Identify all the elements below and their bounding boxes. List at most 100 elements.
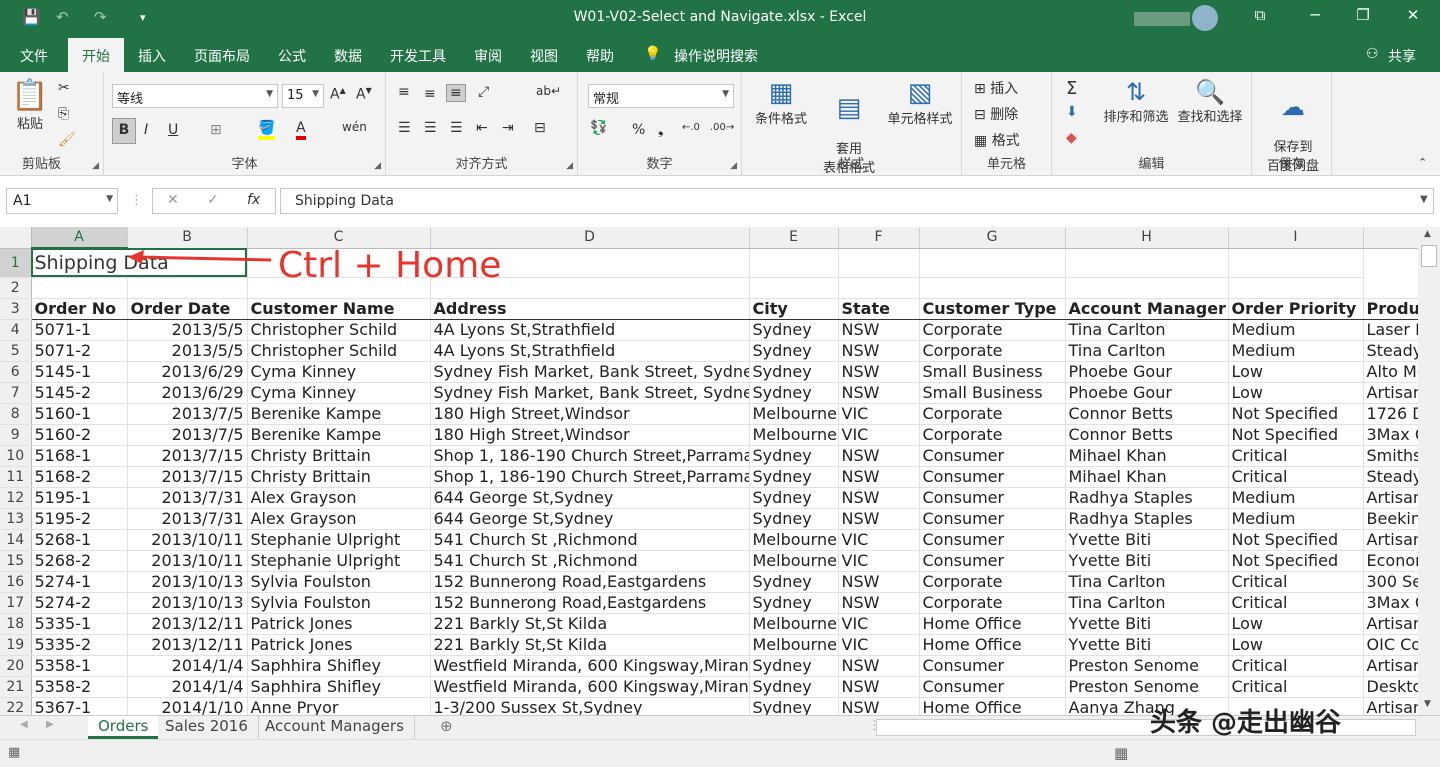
font-color-icon[interactable]: A (296, 120, 306, 140)
cell[interactable]: Artisan (1363, 655, 1418, 677)
cell[interactable]: NSW (838, 319, 920, 341)
header-cell[interactable]: State (838, 298, 920, 320)
cell[interactable]: 5160-1 (31, 403, 128, 425)
orientation-icon[interactable]: ⤢ (478, 84, 489, 100)
tab-help[interactable]: 帮助 (586, 46, 614, 66)
cell[interactable]: Berenike Kampe (247, 424, 431, 446)
cell[interactable]: Sydney (749, 487, 839, 509)
prev-sheet-icon[interactable]: ◀ (20, 719, 28, 730)
cell[interactable]: Phoebe Gour (1065, 361, 1229, 383)
cell[interactable]: 2013/10/11 (127, 550, 248, 572)
format-button[interactable]: ▦ 格式 (974, 130, 1020, 150)
row-header[interactable]: 11 (0, 466, 32, 488)
cell[interactable] (919, 248, 1066, 278)
vertical-scrollbar[interactable]: ▲ ▼ (1418, 227, 1440, 715)
cell[interactable]: Preston Senome (1065, 655, 1229, 677)
underline-button[interactable]: U (168, 122, 178, 138)
cell[interactable]: 2013/5/5 (127, 319, 248, 341)
cell[interactable]: VIC (838, 424, 920, 446)
cell[interactable]: Anne Pryor (247, 697, 431, 715)
cell[interactable]: Sydney (749, 655, 839, 677)
header-cell[interactable]: Order Date (127, 298, 248, 320)
cell[interactable]: 5168-2 (31, 466, 128, 488)
cell[interactable]: Steady (1363, 340, 1418, 362)
tab-review[interactable]: 审阅 (474, 46, 502, 66)
cell[interactable]: Medium (1228, 487, 1364, 509)
row-header[interactable]: 6 (0, 361, 32, 383)
cell[interactable]: Medium (1228, 340, 1364, 362)
sheet-tab-orders[interactable]: Orders (88, 716, 159, 739)
italic-button[interactable]: I (144, 122, 148, 138)
decrease-font-icon[interactable]: A▼ (356, 86, 372, 103)
cell[interactable]: Smiths (1363, 445, 1418, 467)
cell[interactable]: Melbourne (749, 403, 839, 425)
cell[interactable]: Consumer (919, 487, 1066, 509)
cell[interactable]: Christy Brittain (247, 466, 431, 488)
cell[interactable]: Yvette Biti (1065, 550, 1229, 572)
cell[interactable]: Consumer (919, 466, 1066, 488)
cell[interactable]: 1-3/200 Sussex St,Sydney (430, 697, 750, 715)
column-header[interactable]: A (31, 227, 128, 249)
cell[interactable]: 2013/7/5 (127, 424, 248, 446)
phonetic-icon[interactable]: wén (342, 120, 367, 134)
cell[interactable]: Not Specified (1228, 403, 1364, 425)
cell[interactable] (838, 277, 920, 299)
header-cell[interactable]: Produc (1363, 298, 1418, 320)
merge-center-icon[interactable]: ⊟ (534, 120, 546, 136)
cell[interactable]: Consumer (919, 508, 1066, 530)
formula-bar-grip-icon[interactable]: ⋮ (130, 193, 143, 208)
cell[interactable]: 644 George St,Sydney (430, 487, 750, 509)
row-header[interactable]: 12 (0, 487, 32, 509)
cell[interactable] (749, 248, 839, 278)
cell[interactable]: Patrick Jones (247, 634, 431, 656)
cell[interactable]: Christopher Schild (247, 340, 431, 362)
expand-formula-icon[interactable]: ▼ (1420, 194, 1428, 205)
cell[interactable]: Steady (1363, 466, 1418, 488)
cell[interactable]: 5358-1 (31, 655, 128, 677)
cell[interactable]: Low (1228, 361, 1364, 383)
cell[interactable]: 2013/12/11 (127, 634, 248, 656)
cell[interactable]: Alex Grayson (247, 508, 431, 530)
cell[interactable]: 2013/12/11 (127, 613, 248, 635)
copy-icon[interactable]: ⎘ (58, 106, 69, 122)
cell[interactable]: 541 Church St ,Richmond (430, 550, 750, 572)
cell[interactable]: 5358-2 (31, 676, 128, 698)
cell[interactable]: Radhya Staples (1065, 487, 1229, 509)
cell[interactable]: 5160-2 (31, 424, 128, 446)
tab-home[interactable]: 开始 (68, 38, 124, 72)
cell[interactable]: Corporate (919, 340, 1066, 362)
cell[interactable]: 221 Barkly St,St Kilda (430, 634, 750, 656)
align-left-icon[interactable]: ☰ (398, 120, 411, 136)
insert-button[interactable]: ⊞ 插入 (974, 78, 1018, 98)
cell[interactable]: 2013/7/15 (127, 445, 248, 467)
alignment-launcher-icon[interactable]: ◢ (566, 161, 573, 171)
cell[interactable]: Beekin (1363, 508, 1418, 530)
column-header[interactable]: F (838, 227, 920, 249)
cell[interactable]: Sydney (749, 697, 839, 715)
cell[interactable]: Sydney (749, 592, 839, 614)
cell[interactable]: NSW (838, 697, 920, 715)
header-cell[interactable]: City (749, 298, 839, 320)
cell[interactable]: Sydney (749, 340, 839, 362)
font-name-select[interactable]: 等线 ▼ (112, 84, 278, 108)
cell[interactable]: Critical (1228, 676, 1364, 698)
cell[interactable]: Phoebe Gour (1065, 382, 1229, 404)
cell[interactable]: Consumer (919, 529, 1066, 551)
cell[interactable]: OIC Co (1363, 634, 1418, 656)
font-size-select[interactable]: 15 ▼ (282, 84, 324, 108)
column-header[interactable]: B (127, 227, 248, 249)
cell[interactable]: 5335-1 (31, 613, 128, 635)
column-header[interactable]: E (749, 227, 839, 249)
name-box[interactable]: A1 ▼ (6, 188, 118, 214)
cell[interactable]: 5195-1 (31, 487, 128, 509)
cell[interactable]: Consumer (919, 676, 1066, 698)
cell[interactable]: Home Office (919, 697, 1066, 715)
cell[interactable]: Saphhira Shifley (247, 676, 431, 698)
cell[interactable] (31, 277, 128, 299)
cell[interactable] (127, 277, 248, 299)
cell[interactable] (1065, 277, 1229, 299)
borders-icon[interactable]: ⊞ (210, 122, 222, 138)
cell[interactable]: Tina Carlton (1065, 319, 1229, 341)
conditional-formatting-button[interactable]: ▦ 条件格式 (748, 78, 814, 127)
cell[interactable]: Not Specified (1228, 550, 1364, 572)
